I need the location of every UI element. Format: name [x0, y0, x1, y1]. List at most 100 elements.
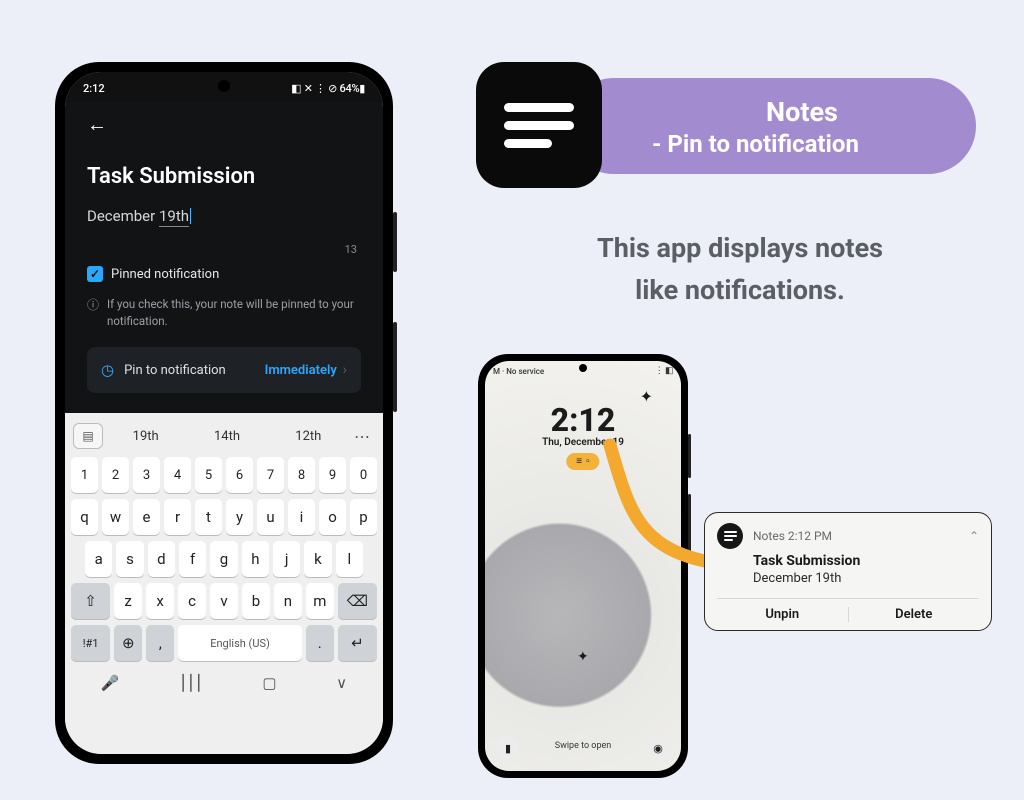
key[interactable]: 1 [71, 457, 98, 493]
tagline-line-1: This app displays notes [597, 232, 883, 264]
key[interactable]: 6 [226, 457, 253, 493]
key[interactable]: z [114, 583, 142, 619]
key[interactable]: s [116, 541, 143, 577]
key[interactable]: 5 [195, 457, 222, 493]
space-key[interactable]: English (US) [178, 625, 301, 661]
key[interactable]: v [210, 583, 238, 619]
text-cursor [190, 208, 191, 224]
phone-mockup-lockscreen: M · No service ⋮ ◧ ✦ 2:12 Thu, December … [478, 354, 688, 778]
notification-body: December 19th [753, 571, 979, 586]
lockscreen-notification-chip[interactable]: ≡ ▫ [566, 453, 599, 470]
key[interactable]: q [71, 499, 98, 535]
key[interactable]: d [148, 541, 175, 577]
key[interactable]: e [133, 499, 160, 535]
title-pill: Notes - Pin to notification [566, 78, 976, 174]
key[interactable]: x [146, 583, 174, 619]
hint-body: If you check this, your note will be pin… [107, 296, 361, 329]
kb-row-3: ⇧ z x c v b n m ⌫ [71, 583, 377, 619]
shift-key[interactable]: ⇧ [71, 583, 110, 619]
key[interactable]: 7 [257, 457, 284, 493]
enter-key[interactable]: ↵ [338, 625, 377, 661]
pinned-notification-checkbox[interactable]: ✓ Pinned notification [87, 266, 361, 282]
key[interactable]: w [102, 499, 129, 535]
app-badge-header: Notes - Pin to notification [476, 62, 990, 188]
checkbox-checked-icon: ✓ [87, 266, 103, 282]
home-nav-icon[interactable]: ▢ [262, 674, 276, 692]
pin-to-notification-row[interactable]: ◷ Pin to notification Immediately › [87, 347, 361, 393]
app-icon-line [504, 121, 574, 130]
key[interactable]: 8 [288, 457, 315, 493]
info-icon: ⓘ [87, 297, 99, 314]
key[interactable]: l [336, 541, 363, 577]
key[interactable]: 4 [164, 457, 191, 493]
feature-name: - Pin to notification [652, 130, 952, 158]
note-body-input[interactable]: December 19th [87, 207, 361, 225]
period-key[interactable]: . [306, 625, 334, 661]
notification-title: Task Submission [753, 553, 979, 569]
back-nav-icon[interactable]: ∨ [336, 674, 347, 692]
phone-mockup-editor: 2:12 ◧ ✕ ⋮ ⊘ 64%▮ ← Task Submission Dece… [55, 62, 393, 764]
key[interactable]: r [164, 499, 191, 535]
hint-text: ⓘ If you check this, your note will be p… [87, 296, 361, 329]
phone-side-button [393, 212, 397, 272]
note-chip-icon: ≡ [576, 456, 582, 467]
key[interactable]: y [226, 499, 253, 535]
key[interactable]: g [210, 541, 237, 577]
delete-button[interactable]: Delete [849, 607, 980, 622]
key[interactable]: b [242, 583, 270, 619]
kb-suggestion[interactable]: 19th [107, 429, 184, 444]
key[interactable]: t [195, 499, 222, 535]
notification-app-name: Notes [753, 529, 785, 543]
kb-row-numbers: 1 2 3 4 5 6 7 8 9 0 [71, 457, 377, 493]
key[interactable]: u [257, 499, 284, 535]
sparkle-icon: ✦ [577, 649, 589, 665]
pin-row-when: Immediately [265, 363, 337, 378]
backspace-key[interactable]: ⌫ [338, 583, 377, 619]
key[interactable]: m [306, 583, 334, 619]
mic-icon[interactable]: 🎤 [101, 674, 120, 692]
key[interactable]: p [350, 499, 377, 535]
key[interactable]: k [304, 541, 331, 577]
notification-card[interactable]: Notes 2:12 PM ⌃ Task Submission December… [704, 512, 992, 631]
key[interactable]: 2 [102, 457, 129, 493]
phone-side-button [688, 434, 691, 478]
clock-icon: ◷ [101, 361, 114, 379]
key[interactable]: a [85, 541, 112, 577]
kb-suggestion[interactable]: 12th [270, 429, 347, 444]
more-suggestions-icon[interactable]: ⋯ [351, 427, 375, 446]
globe-key[interactable]: ⊕ [114, 625, 142, 661]
kb-row-2: a s d f g h j k l [71, 541, 377, 577]
key[interactable]: 9 [319, 457, 346, 493]
flashlight-button[interactable]: ▮ [497, 737, 519, 759]
camera-hole [579, 364, 587, 372]
key[interactable]: 0 [350, 457, 377, 493]
key[interactable]: n [274, 583, 302, 619]
clipboard-suggestion-icon[interactable]: ▤ [73, 423, 103, 449]
phone-side-button [688, 494, 691, 560]
note-title-input[interactable]: Task Submission [87, 164, 361, 189]
key[interactable]: f [179, 541, 206, 577]
comma-key[interactable]: , [146, 625, 174, 661]
kb-row-1: q w e r t y u i o p [71, 499, 377, 535]
chevron-right-icon: › [343, 362, 347, 378]
image-chip-icon: ▫ [586, 456, 590, 467]
symbols-key[interactable]: !#1 [71, 625, 110, 661]
kb-suggestion[interactable]: 14th [188, 429, 265, 444]
note-body-text-word: 19th [159, 207, 189, 227]
key[interactable]: o [319, 499, 346, 535]
chevron-up-icon[interactable]: ⌃ [969, 529, 979, 543]
key[interactable]: h [242, 541, 269, 577]
key[interactable]: c [178, 583, 206, 619]
recents-nav-icon[interactable]: ⎮⎮⎮ [179, 674, 202, 692]
unpin-button[interactable]: Unpin [717, 607, 848, 622]
checkbox-label: Pinned notification [111, 267, 219, 282]
status-time: 2:12 [83, 82, 105, 95]
camera-button[interactable]: ◉ [647, 737, 669, 759]
app-icon [476, 62, 602, 188]
key[interactable]: j [273, 541, 300, 577]
app-icon-line [504, 103, 574, 112]
back-icon[interactable]: ← [87, 112, 107, 137]
key[interactable]: 3 [133, 457, 160, 493]
phone-side-button [393, 322, 397, 412]
key[interactable]: i [288, 499, 315, 535]
